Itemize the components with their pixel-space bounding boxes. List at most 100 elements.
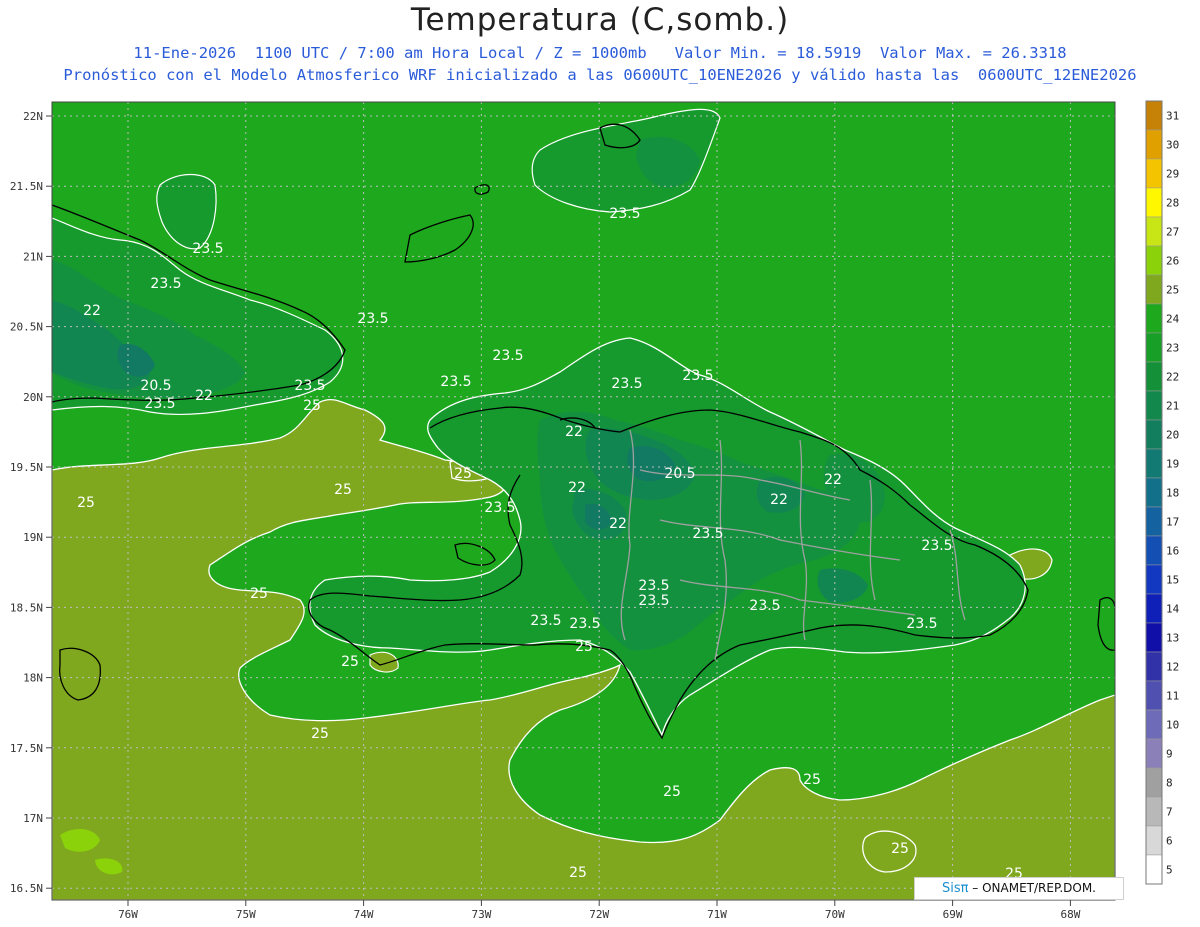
lat-label: 19.5N xyxy=(10,461,43,474)
temperature-map: 22N 21.5N 21N 20.5N 20N 19.5N 19N 18.5N 18N 17.5N… xyxy=(10,100,1180,921)
contour-label: 25 xyxy=(891,841,909,857)
lat-label: 16.5N xyxy=(10,882,43,895)
credit-box: Sisπ – ONAMET/REP.DOM. xyxy=(914,877,1124,900)
contour-label: 20.5 xyxy=(664,466,695,482)
legend-label: 11 xyxy=(1166,690,1179,703)
lat-label: 20.5N xyxy=(10,321,43,334)
legend-label: 30 xyxy=(1166,139,1179,152)
legend-swatch xyxy=(1145,535,1163,566)
contour-label: 23.5 xyxy=(906,616,937,632)
contour-label: 25 xyxy=(341,654,359,670)
lon-label: 76W xyxy=(118,908,138,921)
legend-swatch xyxy=(1145,767,1163,798)
contour-label: 25 xyxy=(569,865,587,881)
contour-label: 20.5 xyxy=(140,378,171,394)
contour-label: 25 xyxy=(575,639,593,655)
contour-label: 25 xyxy=(250,586,268,602)
legend-swatch xyxy=(1145,332,1163,363)
contour-label: 22 xyxy=(824,472,842,488)
contour-label: 22 xyxy=(195,388,213,404)
lon-label: 74W xyxy=(354,908,374,921)
legend-label: 19 xyxy=(1166,458,1179,471)
legend-label: 9 xyxy=(1166,748,1173,761)
legend-label: 5 xyxy=(1166,864,1173,877)
lat-label: 22N xyxy=(23,110,43,123)
legend-label: 13 xyxy=(1166,632,1179,645)
legend-swatch xyxy=(1145,622,1163,653)
contour-label: 23.5 xyxy=(569,616,600,632)
legend-label: 29 xyxy=(1166,168,1179,181)
contour-label: 23.5 xyxy=(484,500,515,516)
lat-label: 18N xyxy=(23,672,43,685)
sispi-logo-text: Sisπ xyxy=(942,881,969,896)
contour-label: 25 xyxy=(303,398,321,414)
legend-label: 28 xyxy=(1166,197,1179,210)
contour-label: 23.5 xyxy=(492,348,523,364)
contour-label: 23.5 xyxy=(638,578,669,594)
contour-label: 25 xyxy=(803,772,821,788)
contour-label: 25 xyxy=(334,482,352,498)
legend-swatch xyxy=(1145,245,1163,276)
contour-label: 23.5 xyxy=(921,538,952,554)
credit-text: – ONAMET/REP.DOM. xyxy=(968,881,1096,895)
lon-label: 75W xyxy=(236,908,256,921)
legend-swatch xyxy=(1145,100,1163,131)
lon-label: 72W xyxy=(589,908,609,921)
lon-label: 70W xyxy=(825,908,845,921)
legend-label: 8 xyxy=(1166,777,1173,790)
lon-label: 69W xyxy=(943,908,963,921)
legend-swatch xyxy=(1145,680,1163,711)
legend-swatch xyxy=(1145,854,1163,885)
legend-label: 10 xyxy=(1166,719,1179,732)
legend-swatch xyxy=(1145,274,1163,305)
contour-label: 22 xyxy=(568,480,586,496)
contour-label: 22 xyxy=(565,424,583,440)
legend-label: 20 xyxy=(1166,429,1179,442)
legend-swatch xyxy=(1145,593,1163,624)
legend-label: 23 xyxy=(1166,342,1179,355)
lat-label: 21N xyxy=(23,250,43,263)
legend-swatch xyxy=(1145,303,1163,334)
legend-swatch xyxy=(1145,390,1163,421)
contour-label: 23.5 xyxy=(192,241,223,257)
legend-label: 12 xyxy=(1166,661,1179,674)
contour-label: 22 xyxy=(609,516,627,532)
contour-label: 23.5 xyxy=(294,378,325,394)
legend-label: 15 xyxy=(1166,574,1179,587)
legend-label: 26 xyxy=(1166,255,1179,268)
contour-label: 25 xyxy=(311,726,329,742)
legend-swatch xyxy=(1145,361,1163,392)
contour-label: 23.5 xyxy=(749,598,780,614)
legend-swatch xyxy=(1145,825,1163,856)
legend-swatch xyxy=(1145,216,1163,247)
lat-label: 17N xyxy=(23,812,43,825)
shaded-field xyxy=(52,102,1115,900)
legend-label: 16 xyxy=(1166,545,1179,558)
legend-label: 31 xyxy=(1166,110,1179,123)
legend-label: 6 xyxy=(1166,835,1173,848)
legend-label: 27 xyxy=(1166,226,1179,239)
contour-label: 23.5 xyxy=(682,368,713,384)
legend-swatch xyxy=(1145,158,1163,189)
legend-swatch xyxy=(1145,129,1163,160)
contour-label: 25 xyxy=(663,784,681,800)
legend-swatch xyxy=(1145,564,1163,595)
legend-label: 14 xyxy=(1166,603,1180,616)
legend-swatch xyxy=(1145,506,1163,537)
legend-label: 25 xyxy=(1166,284,1179,297)
legend-swatch xyxy=(1145,651,1163,682)
lon-label: 73W xyxy=(471,908,491,921)
contour-label: 23.5 xyxy=(638,593,669,609)
legend-swatch xyxy=(1145,738,1163,769)
contour-label: 23.5 xyxy=(144,396,175,412)
legend-swatch xyxy=(1145,187,1163,218)
legend-label: 21 xyxy=(1166,400,1179,413)
contour-label: 23.5 xyxy=(357,311,388,327)
contour-label: 23.5 xyxy=(611,376,642,392)
lat-label: 17.5N xyxy=(10,742,43,755)
color-legend: 31 30 29 28 27 26 25 24 23 22 21 20 19 18 17 16 15 14 13 12… xyxy=(1145,100,1180,885)
contour-label: 22 xyxy=(83,303,101,319)
contour-label: 23.5 xyxy=(530,613,561,629)
legend-swatch xyxy=(1145,796,1163,827)
lat-label: 18.5N xyxy=(10,601,43,614)
